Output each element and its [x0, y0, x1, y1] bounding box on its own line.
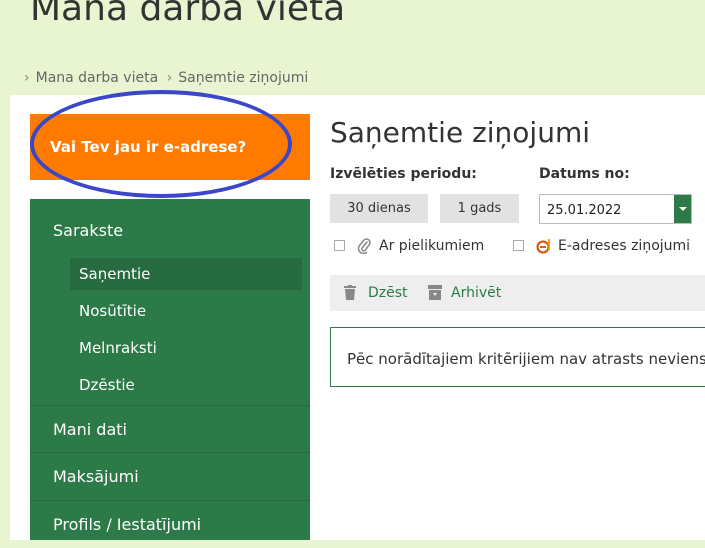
- content-title: Saņemtie ziņojumi: [330, 116, 590, 149]
- promo-text: Vai Tev jau ir e-adrese?: [50, 138, 247, 156]
- sidebar-section-sarakste[interactable]: Sarakste: [53, 221, 123, 240]
- period-label: Izvēlēties periodu:: [330, 166, 477, 182]
- sidebar-item-maksajumi[interactable]: Maksājumi: [30, 452, 310, 499]
- breadcrumb-item-current: Saņemtie ziņojumi: [178, 70, 309, 86]
- attachments-checkbox[interactable]: [334, 240, 345, 251]
- empty-result-box: Pēc norādītajiem kritērijiem nav atrasts…: [330, 327, 705, 387]
- sidebar-item-dzestie[interactable]: Dzēstie: [70, 369, 302, 401]
- date-label: Datums no:: [539, 166, 630, 182]
- date-picker[interactable]: [539, 194, 692, 224]
- page-title: Mana darba vieta: [30, 0, 346, 29]
- breadcrumb-separator: ›: [166, 70, 173, 86]
- empty-result-message: Pēc norādītajiem kritērijiem nav atrasts…: [347, 350, 705, 368]
- breadcrumb-item-home[interactable]: Mana darba vieta: [36, 70, 159, 86]
- breadcrumb: › Mana darba vieta › Saņemtie ziņojumi: [24, 70, 308, 86]
- sidebar-item-nosutitie[interactable]: Nosūtītie: [70, 295, 302, 327]
- e-address-checkbox[interactable]: [513, 240, 524, 251]
- e-address-filter-label: E-adreses ziņojumi: [558, 238, 691, 254]
- delete-button[interactable]: Dzēst: [368, 285, 408, 301]
- sidebar: Sarakste Saņemtie Nosūtītie Melnraksti D…: [30, 199, 310, 540]
- archive-button[interactable]: Arhivēt: [451, 285, 501, 301]
- e-address-icon: [536, 238, 551, 254]
- toolbar: Dzēst Arhivēt: [330, 275, 705, 311]
- trash-icon[interactable]: [344, 285, 356, 300]
- sidebar-item-mani-dati[interactable]: Mani dati: [30, 405, 310, 452]
- sidebar-item-melnraksti[interactable]: Melnraksti: [70, 332, 302, 364]
- e-address-promo-banner[interactable]: Vai Tev jau ir e-adrese?: [30, 114, 310, 180]
- sidebar-item-sanemtie[interactable]: Saņemtie: [70, 258, 302, 290]
- breadcrumb-separator: ›: [24, 70, 30, 86]
- paperclip-icon: [357, 238, 371, 254]
- archive-icon[interactable]: [428, 285, 442, 300]
- date-from-input[interactable]: [540, 195, 674, 223]
- attachments-filter-label: Ar pielikumiem: [379, 238, 485, 254]
- period-30-days-button[interactable]: 30 dienas: [330, 194, 428, 223]
- chevron-down-icon[interactable]: [674, 195, 691, 223]
- period-1-year-button[interactable]: 1 gads: [440, 194, 519, 223]
